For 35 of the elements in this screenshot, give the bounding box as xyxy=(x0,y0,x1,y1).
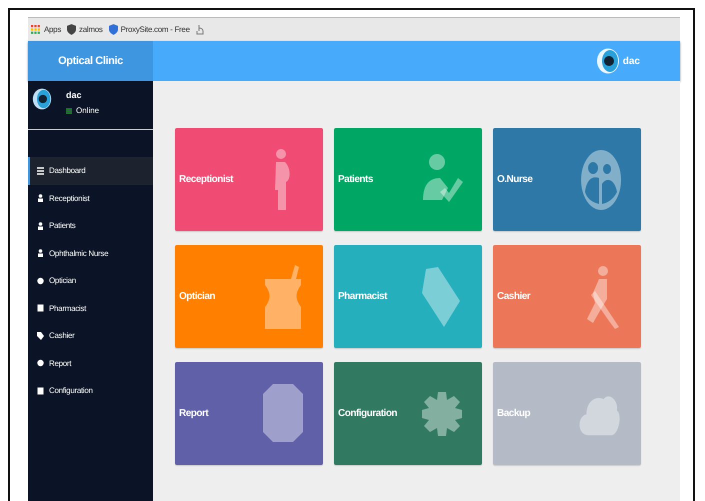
sidebar-item[interactable]: Report xyxy=(28,350,153,377)
shield-icon xyxy=(67,24,76,35)
user-icon xyxy=(37,249,44,258)
user-name: dac xyxy=(622,56,640,66)
eye-logo-icon xyxy=(32,86,52,112)
apps-grid-icon xyxy=(31,24,41,34)
bookmark-link[interactable]: Apps xyxy=(31,24,62,34)
sidebar-item[interactable]: Patients xyxy=(28,212,153,240)
tag-icon xyxy=(37,332,44,340)
sidebar-item[interactable]: Receptionist xyxy=(28,184,153,212)
eye-logo-icon xyxy=(596,48,620,74)
sidebar-item[interactable]: Dashboard xyxy=(28,157,153,184)
sidebar-item[interactable]: Cashier xyxy=(28,322,153,350)
sidebar-item[interactable]: Configuration xyxy=(28,377,153,404)
sidebar-item[interactable]: Ophthalmic Nurse xyxy=(28,240,153,267)
dashboard-tile[interactable]: Report xyxy=(175,362,323,465)
circle-icon xyxy=(37,276,44,285)
bookmark-link[interactable]: ProxySite.com - Free xyxy=(108,24,190,35)
status-text: Online xyxy=(76,106,100,115)
user-name: dac xyxy=(66,90,83,100)
square-icon xyxy=(37,386,44,395)
circle-icon xyxy=(37,359,44,368)
sidebar-item[interactable]: Optician xyxy=(28,267,153,294)
sidebar-item[interactable]: Pharmacist xyxy=(28,294,153,322)
user-icon xyxy=(37,194,44,202)
dashboard-tile[interactable]: O.Nurse xyxy=(493,128,641,231)
square-icon xyxy=(37,304,44,312)
brand-title: Optical Clinic xyxy=(28,41,153,81)
shield-icon xyxy=(108,24,118,35)
bookmark-link[interactable]: zalmos xyxy=(67,24,103,35)
grid-icon xyxy=(37,166,44,175)
person-icon xyxy=(37,222,44,230)
dashboard-tile[interactable]: Configuration xyxy=(334,362,482,465)
status-icon xyxy=(66,108,72,114)
dashboard-tile[interactable]: Receptionist xyxy=(175,128,323,231)
